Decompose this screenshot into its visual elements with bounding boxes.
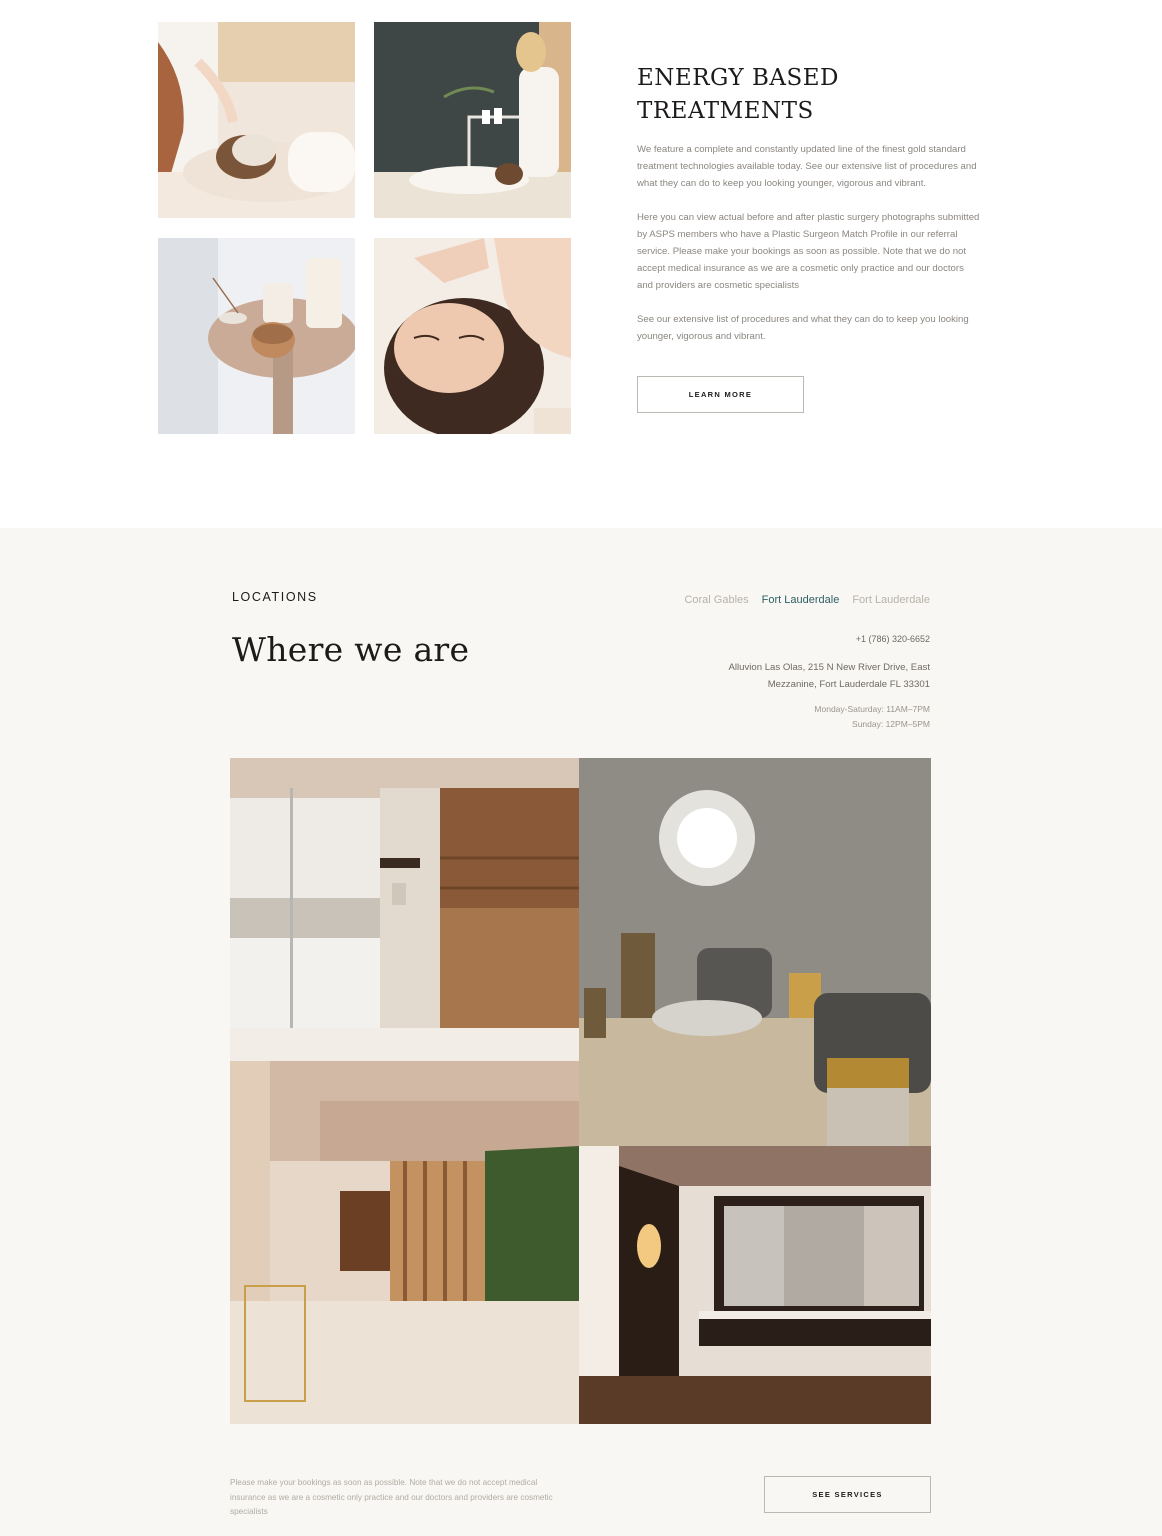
treatments-title-line2: TREATMENTS xyxy=(637,98,814,124)
location-tabs: Coral Gables Fort Lauderdale Fort Lauder… xyxy=(684,594,930,606)
hours-sunday: Sunday: 12PM–5PM xyxy=(852,719,930,729)
booking-note: Please make your bookings as soon as pos… xyxy=(230,1478,553,1516)
see-services-button[interactable]: SEE SERVICES xyxy=(764,1476,931,1513)
facial-mask-photo xyxy=(158,22,355,218)
hours-weekdays: Monday-Saturday: 11AM–7PM xyxy=(814,704,930,714)
location-phone[interactable]: +1 (786) 320-6652 xyxy=(856,634,930,644)
steam-sauna-photo xyxy=(230,758,579,1061)
locations-eyebrow: LOCATIONS xyxy=(232,590,318,604)
learn-more-button[interactable]: LEARN MORE xyxy=(637,376,804,413)
locations-title: Where we are xyxy=(232,630,470,669)
treatments-title: ENERGY BASED TREATMENTS xyxy=(637,62,937,128)
treatments-paragraph-2: Here you can view actual before and afte… xyxy=(637,212,980,291)
tab-fort-lauderdale-2[interactable]: Fort Lauderdale xyxy=(852,594,930,606)
location-address: Alluvion Las Olas, 215 N New River Drive… xyxy=(728,662,930,690)
lounge-photo xyxy=(579,758,931,1146)
hallway-photo xyxy=(230,1061,579,1424)
treatments-title-line1: ENERGY BASED xyxy=(637,65,839,91)
tab-coral-gables[interactable]: Coral Gables xyxy=(684,594,748,606)
locations-section: LOCATIONS Where we are Coral Gables Fort… xyxy=(0,528,1162,1536)
vanity-photo xyxy=(579,1146,931,1424)
treatments-section: ENERGY BASED TREATMENTS We feature a com… xyxy=(0,0,1162,528)
therapist-photo xyxy=(374,22,571,218)
location-hours: Monday-Saturday: 11AM–7PM Sunday: 12PM–5… xyxy=(814,702,930,732)
head-massage-photo xyxy=(374,238,571,434)
candles-photo xyxy=(158,238,355,434)
tab-fort-lauderdale[interactable]: Fort Lauderdale xyxy=(762,594,840,606)
treatments-paragraph-1: We feature a complete and constantly upd… xyxy=(637,144,977,189)
treatments-paragraph-3: See our extensive list of procedures and… xyxy=(637,314,969,342)
